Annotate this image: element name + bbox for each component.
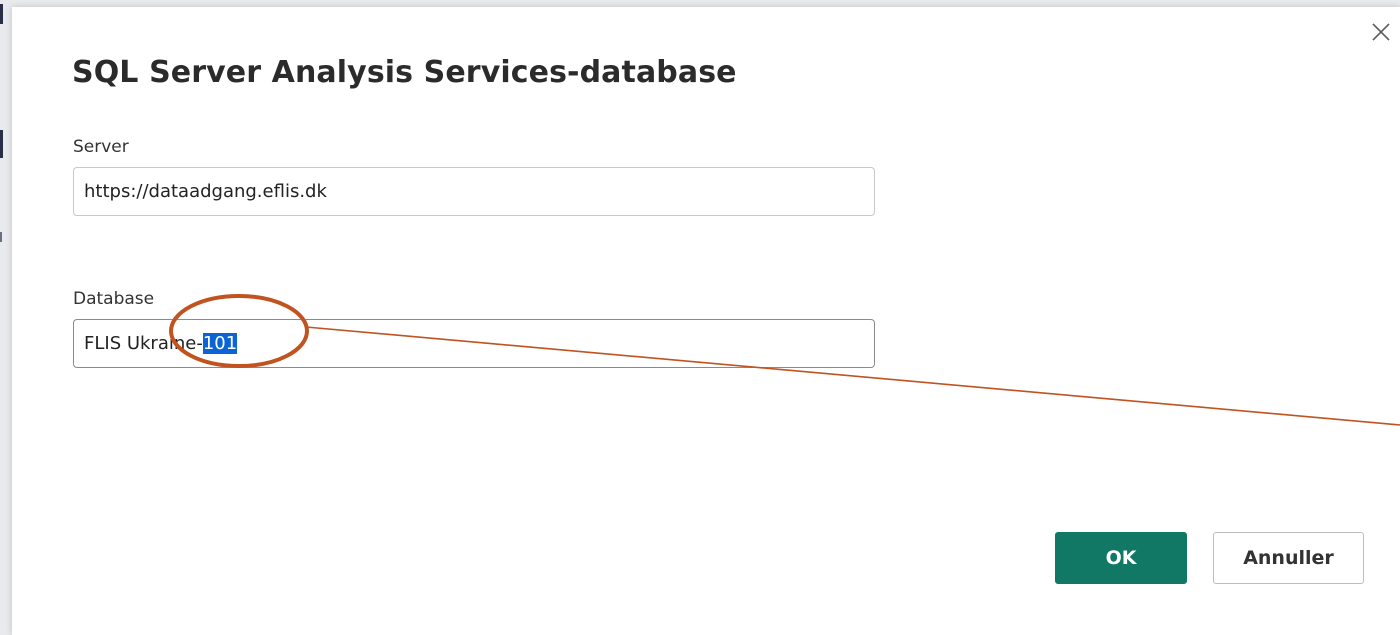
ok-button[interactable]: OK — [1055, 532, 1187, 584]
database-input-value: FLIS Ukraine- — [84, 333, 203, 354]
database-input[interactable]: FLIS Ukraine- 101 — [73, 319, 875, 368]
database-label: Database — [73, 289, 155, 309]
database-input-selection: 101 — [202, 333, 238, 354]
server-label: Server — [73, 137, 129, 157]
dialog-title: SQL Server Analysis Services-database — [72, 55, 737, 90]
close-icon — [1372, 23, 1390, 41]
cancel-button[interactable]: Annuller — [1213, 532, 1364, 584]
server-input[interactable]: https://dataadgang.eflis.dk — [73, 167, 875, 216]
server-input-value: https://dataadgang.eflis.dk — [84, 181, 327, 202]
close-button[interactable] — [1368, 19, 1394, 45]
background-window-fragment — [0, 232, 12, 242]
database-connection-dialog: SQL Server Analysis Services-database Se… — [12, 7, 1400, 635]
